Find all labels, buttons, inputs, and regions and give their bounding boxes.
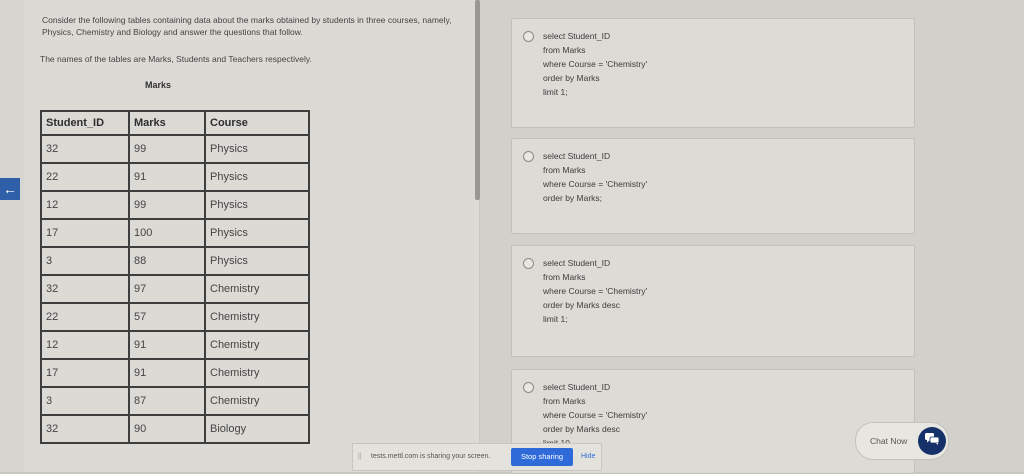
option-sql: select Student_ID from Marks where Cours… (543, 380, 647, 450)
option-sql: select Student_ID from Marks where Cours… (543, 29, 647, 99)
table-row: 32 99 Physics (40, 134, 310, 164)
marks-cell: 57 (128, 302, 206, 332)
sql-line: limit 1; (543, 87, 568, 97)
chat-label: Chat Now (870, 436, 908, 446)
student-id-cell: 32 (40, 134, 130, 164)
course-cell: Chemistry (204, 358, 310, 388)
sql-line: from Marks (543, 396, 586, 406)
sql-line: from Marks (543, 272, 586, 282)
radio-button[interactable] (523, 31, 534, 42)
table-row: 12 99 Physics (40, 190, 310, 220)
marks-cell: 87 (128, 386, 206, 416)
radio-button[interactable] (523, 258, 534, 269)
marks-table: Student_ID Marks Course 32 99 Physics 22 91… (40, 110, 310, 444)
student-id-cell: 17 (40, 358, 130, 388)
column-header: Marks (128, 110, 206, 136)
sql-line: order by Marks desc (543, 424, 620, 434)
course-cell: Physics (204, 162, 310, 192)
student-id-cell: 32 (40, 414, 130, 444)
sql-line: select Student_ID (543, 31, 611, 41)
course-cell: Physics (204, 246, 310, 276)
table-row: 22 57 Chemistry (40, 302, 310, 332)
sql-line: select Student_ID (543, 258, 611, 268)
course-cell: Physics (204, 134, 310, 164)
chat-now-button[interactable]: Chat Now (855, 422, 949, 460)
table-row: 12 91 Chemistry (40, 330, 310, 360)
marks-cell: 91 (128, 358, 206, 388)
question-text: Consider the following tables containing… (42, 15, 452, 37)
table-row: 17 100 Physics (40, 218, 310, 248)
options-pane: select Student_ID from Marks where Cours… (480, 0, 1024, 474)
screen-share-bar: || tests.mettl.com is sharing your scree… (352, 443, 602, 471)
marks-cell: 99 (128, 134, 206, 164)
course-cell: Physics (204, 218, 310, 248)
table-row: 17 91 Chemistry (40, 358, 310, 388)
option-sql: select Student_ID from Marks where Cours… (543, 149, 647, 205)
table-row: 32 97 Chemistry (40, 274, 310, 304)
share-message: tests.mettl.com is sharing your screen. (371, 453, 491, 460)
table-title: Marks (145, 80, 172, 90)
student-id-cell: 32 (40, 274, 130, 304)
hide-button[interactable]: Hide (581, 453, 595, 460)
sql-line: where Course = 'Chemistry' (543, 410, 648, 420)
table-header-row: Student_ID Marks Course (40, 110, 310, 136)
sql-line: order by Marks (543, 73, 600, 83)
sql-line: from Marks (543, 45, 586, 55)
back-arrow-icon[interactable]: ← (0, 178, 20, 200)
question-pane: Consider the following tables containing… (24, 0, 479, 472)
option-sql: select Student_ID from Marks where Cours… (543, 256, 647, 326)
student-id-cell: 22 (40, 162, 130, 192)
radio-button[interactable] (523, 151, 534, 162)
sql-line: where Course = 'Chemistry' (543, 286, 648, 296)
student-id-cell: 3 (40, 246, 130, 276)
course-cell: Biology (204, 414, 310, 444)
column-header: Course (204, 110, 310, 136)
marks-cell: 90 (128, 414, 206, 444)
drag-handle-icon[interactable]: || (358, 453, 362, 460)
answer-option-3[interactable]: select Student_ID from Marks where Cours… (511, 245, 915, 357)
table-names-text: The names of the tables are Marks, Stude… (40, 54, 312, 64)
student-id-cell: 17 (40, 218, 130, 248)
marks-cell: 97 (128, 274, 206, 304)
course-cell: Physics (204, 190, 310, 220)
student-id-cell: 22 (40, 302, 130, 332)
table-row: 3 88 Physics (40, 246, 310, 276)
sql-line: limit 1; (543, 314, 568, 324)
sql-line: order by Marks; (543, 193, 603, 203)
student-id-cell: 12 (40, 330, 130, 360)
course-cell: Chemistry (204, 302, 310, 332)
marks-cell: 88 (128, 246, 206, 276)
marks-cell: 100 (128, 218, 206, 248)
student-id-cell: 12 (40, 190, 130, 220)
chat-bubbles-icon (918, 427, 946, 455)
marks-cell: 91 (128, 330, 206, 360)
radio-button[interactable] (523, 382, 534, 393)
table-row: 22 91 Physics (40, 162, 310, 192)
course-cell: Chemistry (204, 274, 310, 304)
marks-cell: 91 (128, 162, 206, 192)
stop-sharing-button[interactable]: Stop sharing (511, 448, 573, 466)
sql-line: select Student_ID (543, 382, 611, 392)
student-id-cell: 3 (40, 386, 130, 416)
table-row: 32 90 Biology (40, 414, 310, 444)
column-header: Student_ID (40, 110, 130, 136)
sql-line: where Course = 'Chemistry' (543, 59, 648, 69)
table-row: 3 87 Chemistry (40, 386, 310, 416)
sql-line: where Course = 'Chemistry' (543, 179, 648, 189)
sql-line: order by Marks desc (543, 300, 620, 310)
marks-cell: 99 (128, 190, 206, 220)
sql-line: from Marks (543, 165, 586, 175)
course-cell: Chemistry (204, 386, 310, 416)
answer-option-2[interactable]: select Student_ID from Marks where Cours… (511, 138, 915, 234)
left-strip: ← (0, 0, 24, 472)
answer-option-1[interactable]: select Student_ID from Marks where Cours… (511, 18, 915, 128)
course-cell: Chemistry (204, 330, 310, 360)
sql-line: select Student_ID (543, 151, 611, 161)
